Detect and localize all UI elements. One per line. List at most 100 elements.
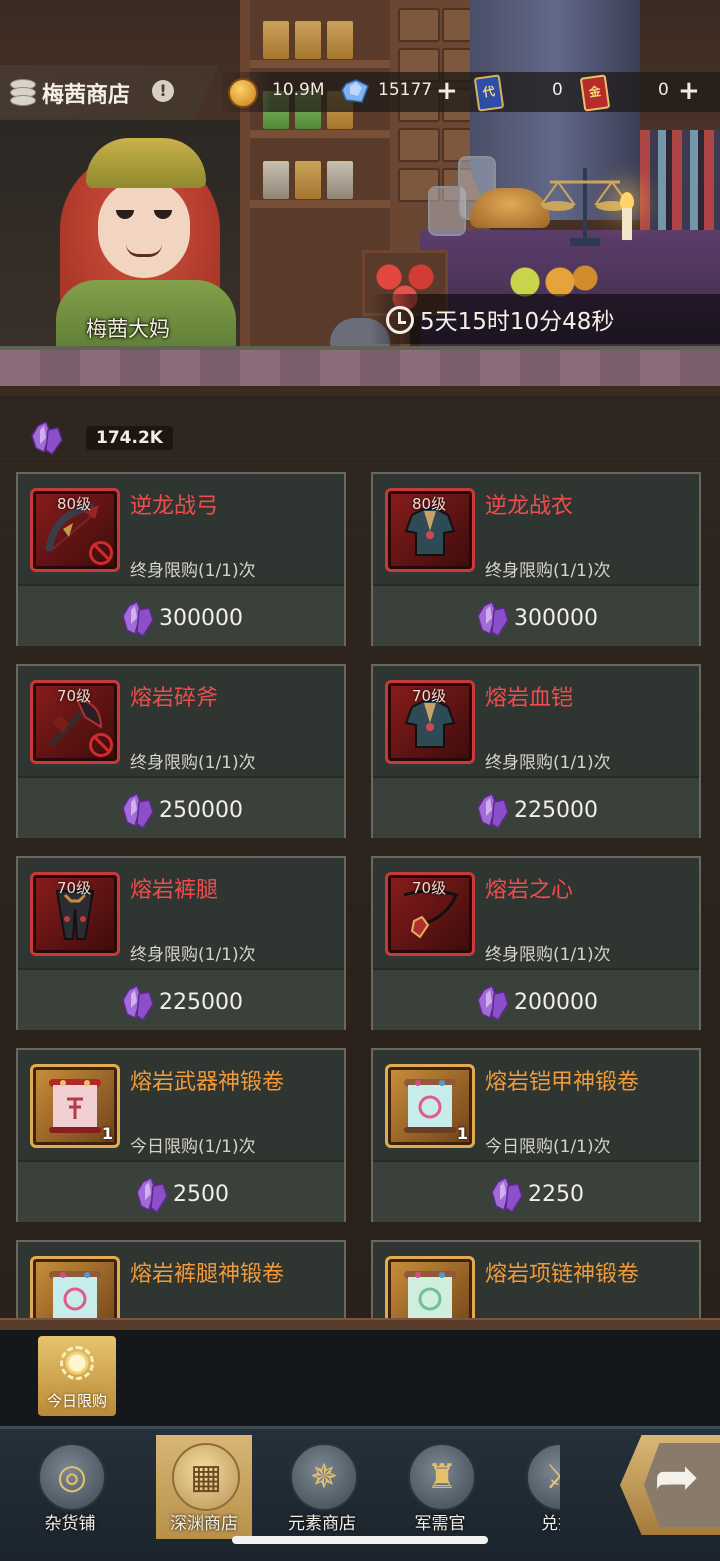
shop-scene: 梅茜大妈 梅茜商店 ! 10.9M 15177 + 代 0 金 0 + 5天15… <box>0 0 720 360</box>
price-button[interactable]: 300000 <box>373 600 699 638</box>
price-button[interactable]: 225000 <box>18 984 344 1022</box>
item-art-icon <box>43 1077 107 1135</box>
gold-amount: 10.9M <box>272 80 325 100</box>
shop-title-tag: 梅茜商店 ! <box>0 65 220 119</box>
gem-amount: 15177 <box>378 80 433 100</box>
nav-exchange[interactable]: ⚔ 兑换 <box>510 1435 560 1539</box>
shop-item-card[interactable]: 70级 熔岩裤腿终身限购(1/1)次 225000 <box>16 856 346 1030</box>
item-price: 2500 <box>173 1182 229 1207</box>
shop-item-card[interactable]: 80级 逆龙战弓终身限购(1/1)次 300000 <box>16 472 346 646</box>
candle <box>622 208 632 240</box>
price-button[interactable]: 2500 <box>18 1176 344 1214</box>
item-icon-frame[interactable]: 80级 <box>30 488 120 572</box>
item-level: 80级 <box>57 495 92 513</box>
shop-item-card[interactable]: 1 熔岩武器神锻卷 今日限购(1/1)次 2500 <box>16 1048 346 1222</box>
home-indicator[interactable] <box>232 1536 488 1544</box>
price-button[interactable]: 250000 <box>18 792 344 830</box>
price-button[interactable]: 300000 <box>18 600 344 638</box>
item-level: 70级 <box>412 879 447 897</box>
nav-label: 元素商店 <box>288 1514 356 1534</box>
item-level: 70级 <box>57 879 92 897</box>
shop-item-card[interactable]: 70级 熔岩血铠终身限购(1/1)次 225000 <box>371 664 701 838</box>
awning-trim <box>0 386 720 396</box>
red-card-amount: 0 <box>658 80 669 100</box>
item-price: 200000 <box>514 990 598 1015</box>
not-allowed-icon <box>89 733 113 757</box>
item-price: 225000 <box>514 798 598 823</box>
sun-icon <box>60 1346 94 1380</box>
nav-grocery[interactable]: ◎ 杂货铺 <box>22 1435 118 1539</box>
add-red-card-button[interactable]: + <box>678 76 700 106</box>
price-button[interactable]: 225000 <box>373 792 699 830</box>
item-name: 熔岩血铠 <box>485 686 574 711</box>
nav-label: 深渊商店 <box>170 1514 238 1534</box>
nav-element-shop[interactable]: ✵ 元素商店 <box>274 1435 370 1539</box>
daily-limit-label: 今日限购 <box>46 1392 107 1410</box>
clock-icon <box>386 306 414 334</box>
blue-card-amount: 0 <box>552 80 563 100</box>
price-button[interactable]: 200000 <box>373 984 699 1022</box>
crystal-balance-value: 174.2K <box>86 426 173 450</box>
shop-item-card[interactable]: 70级 熔岩碎斧终身限购(1/1)次 250000 <box>16 664 346 838</box>
item-level: 70级 <box>412 687 447 705</box>
item-icon-frame[interactable]: 1 <box>385 1064 475 1148</box>
scale-icon <box>540 168 630 246</box>
nav-quartermaster[interactable]: ♜ 军需官 <box>392 1435 488 1539</box>
currency-bar: 10.9M 15177 + 代 0 金 0 + <box>222 72 720 112</box>
item-icon-frame[interactable]: 70级 <box>30 680 120 764</box>
exchange-icon: ⚔ <box>526 1443 560 1511</box>
purchase-limit: 终身限购(1/1)次 <box>485 561 611 581</box>
gold-coin-icon <box>228 78 258 108</box>
red-card-icon: 金 <box>579 74 611 112</box>
nav-label: 军需官 <box>414 1514 466 1534</box>
item-icon-frame[interactable]: 80级 <box>385 488 475 572</box>
item-icon-frame[interactable]: 70级 <box>385 680 475 764</box>
coin-stack-icon <box>10 79 36 106</box>
item-quantity: 1 <box>101 1124 113 1143</box>
purchase-limit: 终身限购(1/1)次 <box>485 945 611 965</box>
nav-abyss-shop[interactable]: ▦ 深渊商店 <box>156 1435 252 1539</box>
abyss-shop-icon: ▦ <box>172 1443 240 1511</box>
item-name: 逆龙战弓 <box>130 494 219 519</box>
item-name: 熔岩铠甲神锻卷 <box>485 1070 640 1095</box>
item-name: 逆龙战衣 <box>485 494 574 519</box>
item-icon-frame[interactable]: 70级 <box>385 872 475 956</box>
daily-limit-tab[interactable]: 今日限购 <box>38 1336 116 1416</box>
category-strip: 今日限购 <box>0 1330 720 1426</box>
helmet-icon: ♜ <box>408 1443 476 1511</box>
npc-name: 梅茜大妈 <box>86 317 170 341</box>
item-name: 熔岩裤腿 <box>130 878 219 903</box>
shop-item-card[interactable]: 70级 熔岩之心终身限购(1/1)次 200000 <box>371 856 701 1030</box>
purchase-limit: 终身限购(1/1)次 <box>130 561 256 581</box>
item-icon-frame[interactable]: 70级 <box>30 872 120 956</box>
add-gems-button[interactable]: + <box>436 76 458 106</box>
purple-crystal-icon <box>28 422 64 456</box>
price-button[interactable]: 2250 <box>373 1176 699 1214</box>
refresh-timer: 5天15时10分48秒 <box>370 294 720 344</box>
item-name: 熔岩项链神锻卷 <box>485 1262 640 1287</box>
shop-item-card[interactable]: 1 熔岩铠甲神锻卷今日限购(1/1)次 2250 <box>371 1048 701 1222</box>
element-star-icon: ✵ <box>290 1443 358 1511</box>
shop-panel: 174.2K 80级 逆龙战弓 终身限购(1/1)次 300000 80级 逆龙战衣 终身限… <box>0 396 720 1414</box>
item-price: 225000 <box>159 990 243 1015</box>
arrow-right-icon: ➦ <box>654 1445 700 1508</box>
item-price: 300000 <box>514 606 598 631</box>
item-name: 熔岩之心 <box>485 878 574 903</box>
coins-icon: ◎ <box>38 1443 106 1511</box>
item-price: 2250 <box>528 1182 584 1207</box>
item-icon-frame[interactable]: 1 <box>30 1064 120 1148</box>
nav-next-button[interactable]: ➦ <box>620 1435 720 1535</box>
item-name: 熔岩碎斧 <box>130 686 219 711</box>
blue-card-icon: 代 <box>473 74 505 112</box>
not-allowed-icon <box>89 541 113 565</box>
item-name: 熔岩武器神锻卷 <box>130 1070 285 1095</box>
purchase-limit: 终身限购(1/1)次 <box>485 753 611 773</box>
purchase-limit: 终身限购(1/1)次 <box>130 945 256 965</box>
info-icon[interactable]: ! <box>152 80 174 102</box>
item-price: 250000 <box>159 798 243 823</box>
shop-item-card[interactable]: 80级 逆龙战衣终身限购(1/1)次 300000 <box>371 472 701 646</box>
purchase-limit: 今日限购(1/1)次 <box>485 1137 611 1157</box>
item-art-icon <box>398 1077 462 1135</box>
purchase-limit: 终身限购(1/1)次 <box>130 753 256 773</box>
timer-text: 5天15时10分48秒 <box>420 309 615 335</box>
